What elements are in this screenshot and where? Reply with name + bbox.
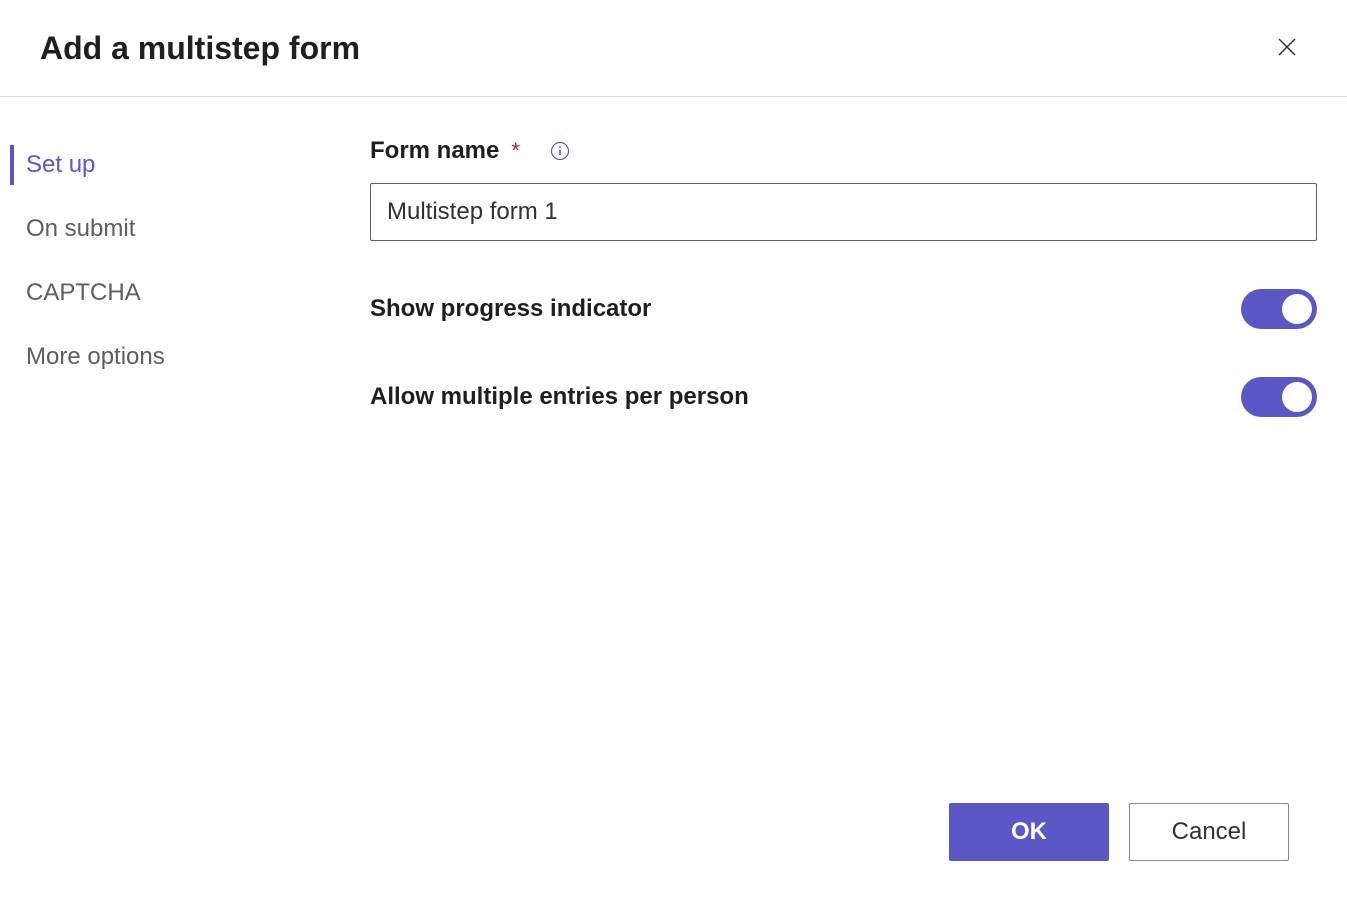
dialog-title: Add a multistep form [40,30,360,67]
toggle-knob [1282,294,1312,324]
show-progress-label: Show progress indicator [370,295,651,323]
form-name-input[interactable] [370,183,1317,241]
info-icon[interactable] [550,141,570,161]
ok-button[interactable]: OK [949,803,1109,861]
toggle-knob [1282,382,1312,412]
allow-multiple-toggle[interactable] [1241,377,1317,417]
sidebar-item-label: Set up [26,151,95,178]
dialog-footer: OK Cancel [0,783,1347,901]
sidebar-item-setup[interactable]: Set up [0,133,370,197]
sidebar-item-onsubmit[interactable]: On submit [0,197,370,261]
sidebar-item-label: CAPTCHA [26,279,141,306]
form-content: Form name * Show progress indicator [370,97,1347,783]
add-multistep-form-dialog: Add a multistep form Set up On submit CA… [0,0,1347,901]
show-progress-row: Show progress indicator [370,289,1317,329]
sidebar-item-label: More options [26,343,165,370]
form-name-label-row: Form name * [370,137,1317,165]
allow-multiple-label: Allow multiple entries per person [370,383,749,411]
sidebar: Set up On submit CAPTCHA More options [0,97,370,783]
close-icon [1275,35,1299,62]
allow-multiple-row: Allow multiple entries per person [370,377,1317,417]
required-asterisk: * [511,138,520,164]
form-name-label: Form name [370,137,499,165]
show-progress-toggle[interactable] [1241,289,1317,329]
dialog-header: Add a multistep form [0,0,1347,97]
sidebar-item-label: On submit [26,215,135,242]
close-button[interactable] [1267,28,1307,68]
dialog-body: Set up On submit CAPTCHA More options Fo… [0,97,1347,783]
sidebar-item-captcha[interactable]: CAPTCHA [0,261,370,325]
cancel-button[interactable]: Cancel [1129,803,1289,861]
sidebar-item-more-options[interactable]: More options [0,325,370,389]
